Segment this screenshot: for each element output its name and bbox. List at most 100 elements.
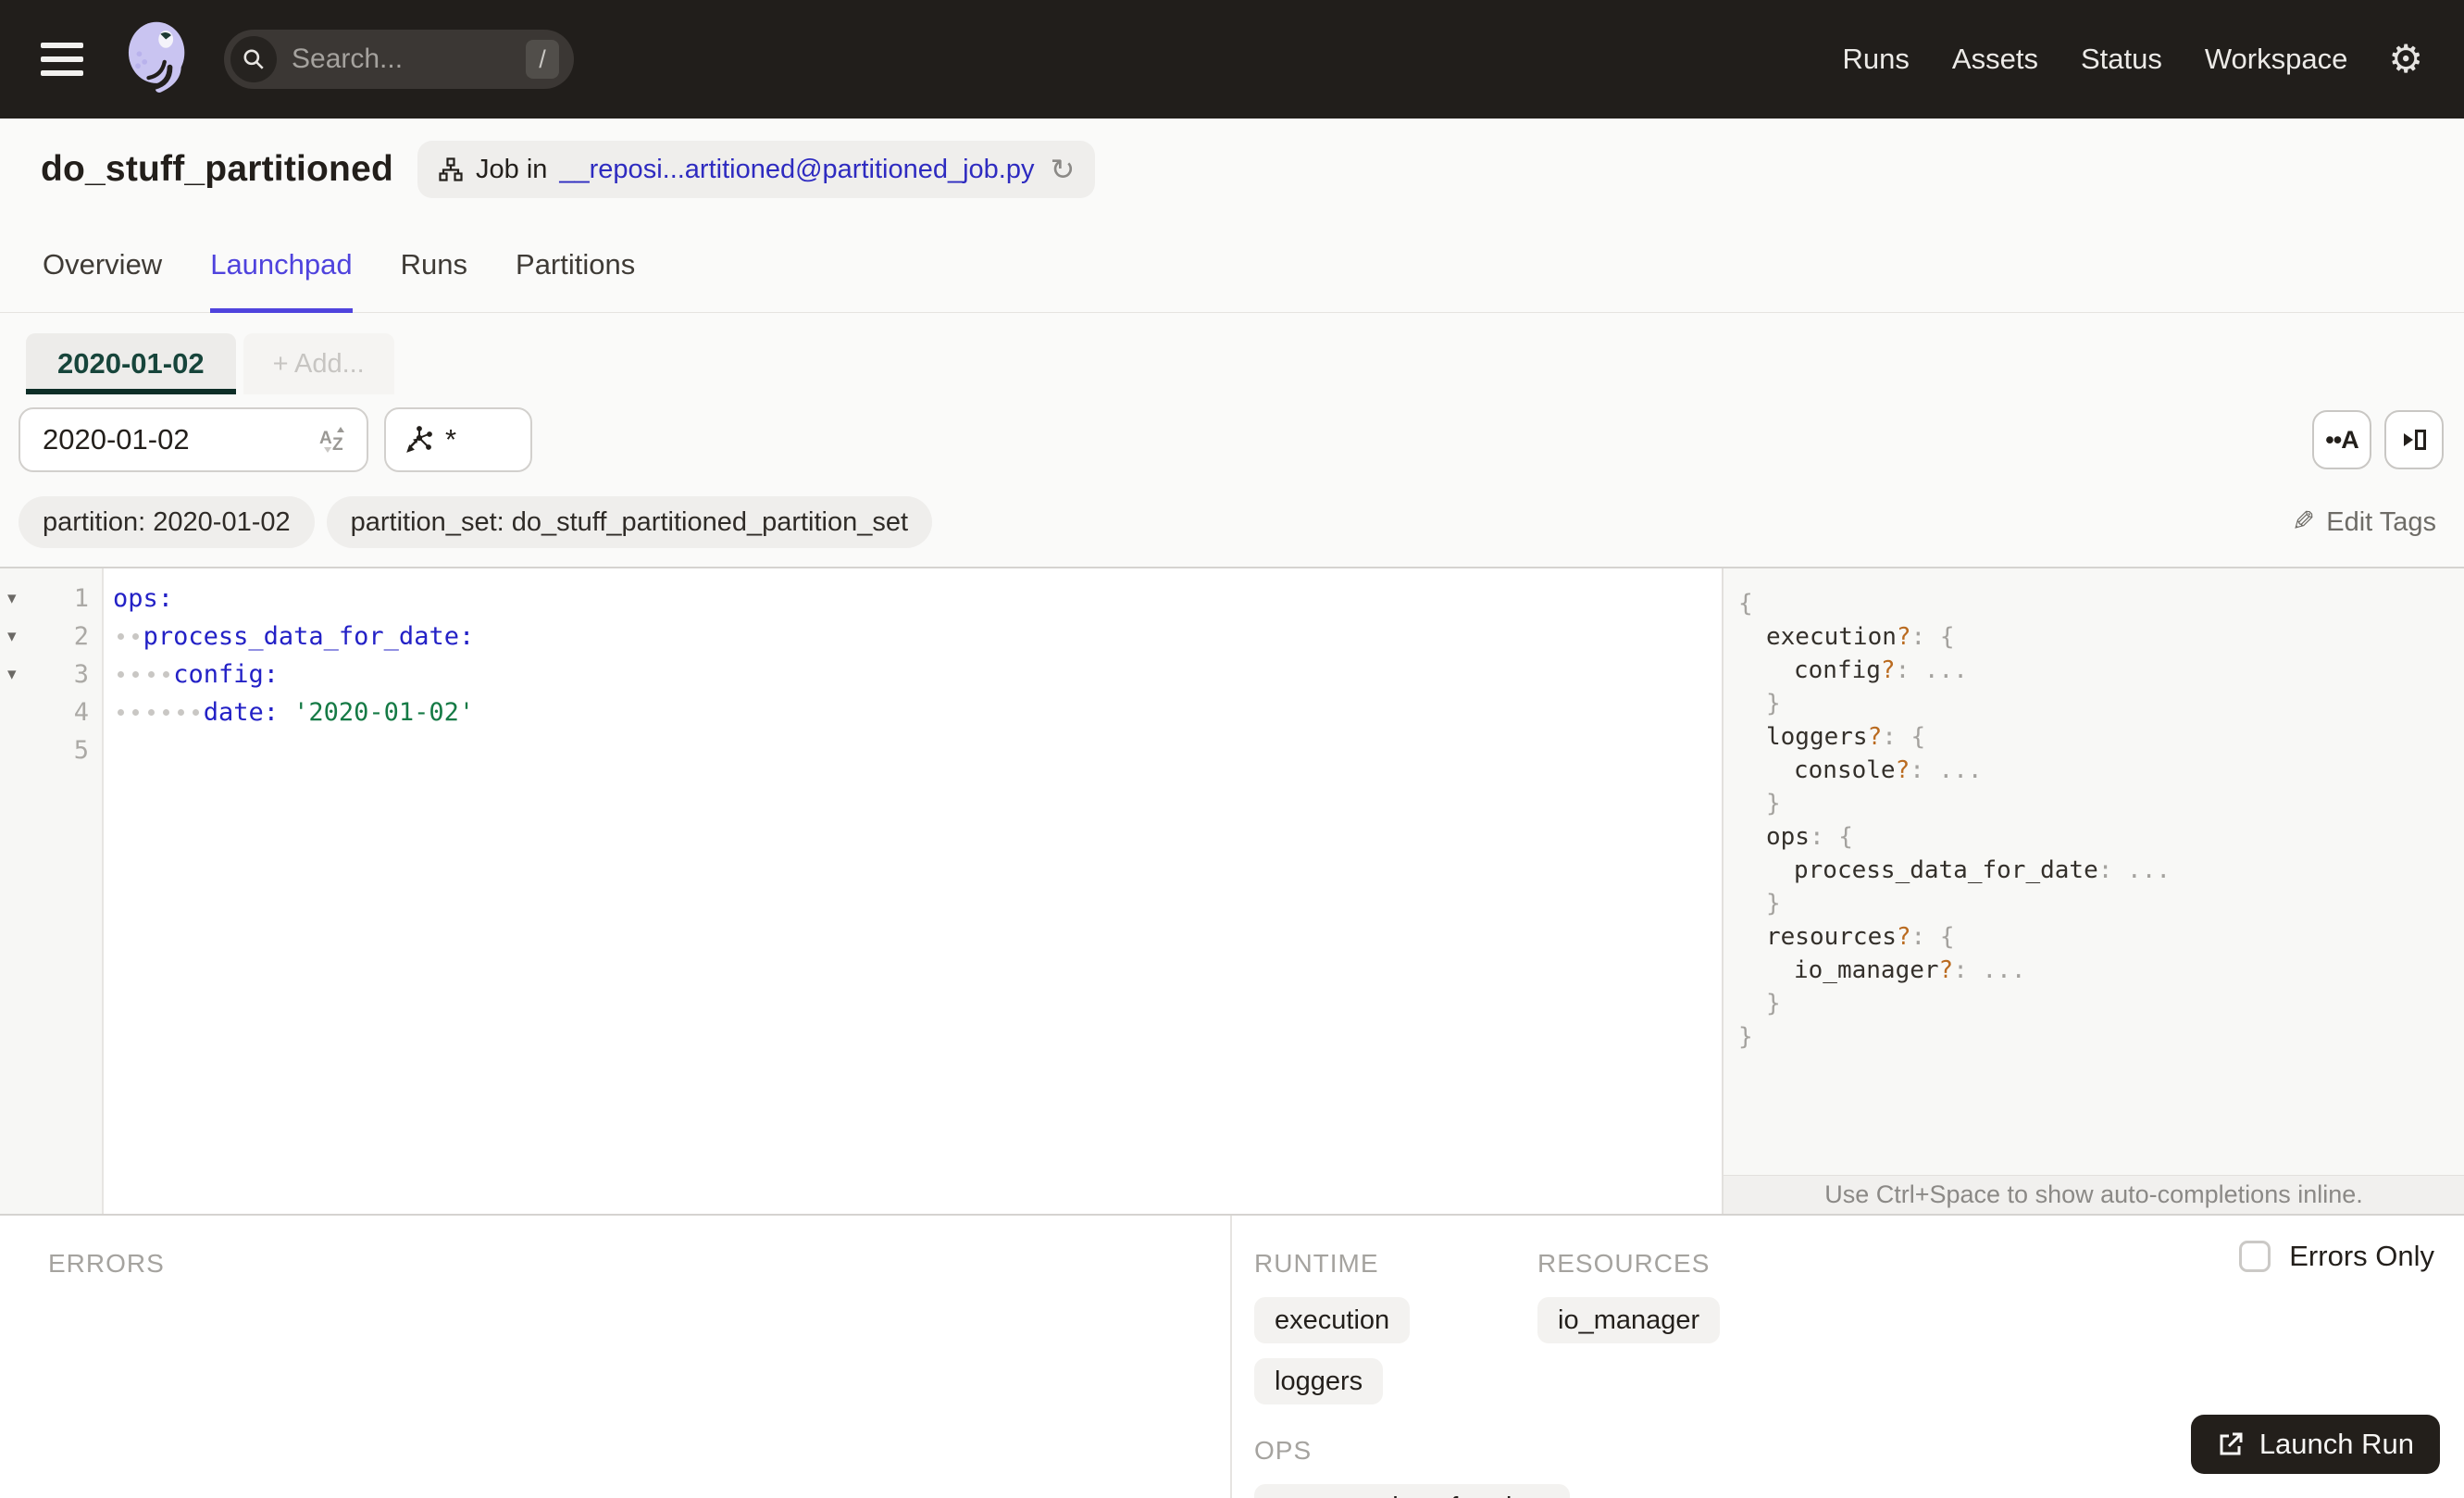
job-tab[interactable]: Overview bbox=[43, 248, 162, 312]
run-config-summary-panel: RUNTIME execution loggers OPS process_dat… bbox=[1230, 1216, 2464, 1498]
partition-select: AZ bbox=[19, 407, 368, 472]
schema-line: execution?: { bbox=[1766, 623, 1955, 651]
yaml-key: date: bbox=[203, 698, 280, 727]
dagster-logo[interactable] bbox=[117, 17, 202, 102]
config-chip[interactable]: execution bbox=[1254, 1297, 1411, 1343]
add-config-tab-button[interactable]: + Add... bbox=[243, 333, 394, 394]
sitemap-icon bbox=[438, 156, 464, 182]
config-chip[interactable]: loggers bbox=[1254, 1358, 1384, 1404]
line-number: 2 bbox=[73, 622, 89, 651]
editor-line[interactable]: 4 date: '2020-01-02' bbox=[0, 693, 1722, 731]
launch-run-button[interactable]: Launch Run bbox=[2190, 1415, 2440, 1474]
schema-line: } bbox=[1766, 990, 1781, 1017]
page-header: do_stuff_partitioned Job in __reposi...a… bbox=[0, 119, 2464, 198]
line-number: 4 bbox=[73, 698, 89, 727]
top-navbar: / Runs Assets Status Workspace ⚙ bbox=[0, 0, 2464, 119]
errors-only-label: Errors Only bbox=[2289, 1240, 2434, 1272]
whitespace-dot bbox=[113, 693, 128, 731]
navbar-link[interactable]: Status bbox=[2081, 43, 2162, 76]
editor-line[interactable]: ▾ 1 ops: bbox=[0, 580, 1722, 618]
refresh-icon[interactable]: ↻ bbox=[1050, 155, 1075, 184]
yaml-value: '2020-01-02' bbox=[293, 698, 475, 727]
errors-only-checkbox[interactable] bbox=[2239, 1241, 2271, 1272]
whitespace-dot bbox=[143, 655, 158, 693]
config-editor-region: ▾ 1 ops: ▾ 2 process_data_for_date: ▾ 3 … bbox=[0, 567, 2464, 1214]
navbar-link[interactable]: Assets bbox=[1952, 43, 2038, 76]
fold-arrow-icon[interactable]: ▾ bbox=[7, 590, 17, 607]
indent-dots bbox=[113, 622, 143, 651]
whitespace-dot bbox=[173, 693, 188, 731]
schema-line: } bbox=[1738, 1023, 1753, 1051]
yaml-key: ops: bbox=[113, 584, 174, 613]
job-tabs: Overview Launchpad Runs Partitions bbox=[0, 248, 2464, 313]
job-tab[interactable]: Runs bbox=[401, 248, 467, 312]
editor-utility-buttons: ••A bbox=[2312, 410, 2444, 469]
tag-pill: partition_set: do_stuff_partitioned_part… bbox=[326, 496, 933, 548]
whitespace-toggle-button[interactable]: ••A bbox=[2312, 410, 2371, 469]
ops-chips: process_data_for_date bbox=[1254, 1484, 1570, 1498]
op-selector-input[interactable] bbox=[445, 423, 493, 456]
job-badge-prefix: Job in bbox=[476, 154, 548, 184]
job-origin-link[interactable]: __reposi...artitioned@partitioned_job.py bbox=[559, 155, 1034, 185]
global-search: / bbox=[224, 30, 574, 89]
editor-line[interactable]: 5 bbox=[0, 731, 1722, 769]
bottom-panel: ERRORS RUNTIME execution loggers OPS proc… bbox=[0, 1214, 2464, 1498]
whitespace-dot bbox=[113, 618, 128, 655]
schema-line: ops: { bbox=[1766, 823, 1853, 851]
editor-line[interactable]: ▾ 2 process_data_for_date: bbox=[0, 618, 1722, 655]
search-input[interactable] bbox=[292, 44, 495, 75]
selector-row: AZ ••A bbox=[0, 394, 2464, 472]
resources-chips: io_manager bbox=[1537, 1297, 1721, 1343]
edit-tags-button[interactable]: ✎ Edit Tags bbox=[2292, 506, 2436, 538]
ops-heading: OPS bbox=[1254, 1436, 1313, 1465]
scaffold-config-button[interactable] bbox=[2384, 410, 2444, 469]
config-chip[interactable]: process_data_for_date bbox=[1254, 1484, 1570, 1498]
navbar-link[interactable]: Runs bbox=[1843, 43, 1910, 76]
sort-icon[interactable]: AZ bbox=[318, 424, 350, 456]
schema-line: resources?: { bbox=[1766, 923, 1955, 951]
fold-arrow-icon[interactable]: ▾ bbox=[7, 666, 17, 683]
indent-dots bbox=[113, 698, 204, 727]
schema-line: { bbox=[1738, 590, 1753, 618]
search-icon bbox=[230, 36, 277, 82]
svg-text:A: A bbox=[319, 429, 332, 448]
scaffold-config-icon bbox=[2399, 425, 2429, 455]
line-number: 1 bbox=[73, 584, 89, 613]
job-tab[interactable]: Partitions bbox=[516, 248, 635, 312]
config-chip[interactable]: io_manager bbox=[1537, 1297, 1721, 1343]
gear-icon[interactable]: ⚙ bbox=[2388, 40, 2423, 79]
schema-line: } bbox=[1766, 790, 1781, 818]
whitespace-dot bbox=[128, 618, 143, 655]
schema-line: console?: ... bbox=[1794, 756, 1983, 784]
schema-line: } bbox=[1766, 690, 1781, 718]
tags-row: partition: 2020-01-02 partition_set: do_s… bbox=[0, 472, 2464, 567]
errors-only-control: Errors Only bbox=[2239, 1240, 2434, 1273]
whitespace-dot bbox=[113, 655, 128, 693]
op-selector-icon bbox=[404, 425, 434, 455]
yaml-key: config: bbox=[173, 660, 279, 689]
resources-heading: RESOURCES bbox=[1537, 1249, 1711, 1278]
op-selector bbox=[384, 407, 532, 472]
whitespace-dot bbox=[158, 655, 173, 693]
external-link-icon bbox=[2217, 1430, 2245, 1458]
whitespace-dot bbox=[128, 655, 143, 693]
config-tab[interactable]: 2020-01-02 bbox=[26, 333, 236, 394]
navbar-link[interactable]: Workspace bbox=[2205, 43, 2348, 76]
autocomplete-hint: Use Ctrl+Space to show auto-completions … bbox=[1724, 1175, 2464, 1214]
partition-select-input[interactable] bbox=[43, 423, 318, 456]
schema-line: } bbox=[1766, 890, 1781, 918]
runtime-chips: execution loggers bbox=[1254, 1297, 1537, 1404]
fold-arrow-icon[interactable]: ▾ bbox=[7, 628, 17, 645]
editor-line[interactable]: ▾ 3 config: bbox=[0, 655, 1722, 693]
hamburger-menu-icon[interactable] bbox=[41, 43, 83, 76]
job-tab[interactable]: Launchpad bbox=[210, 248, 354, 313]
config-tab-strip: 2020-01-02 + Add... bbox=[0, 313, 2464, 394]
whitespace-dot bbox=[188, 693, 203, 731]
line-number: 5 bbox=[73, 736, 89, 765]
indent-dots bbox=[113, 660, 173, 689]
pencil-icon: ✎ bbox=[2292, 506, 2316, 538]
config-editor[interactable]: ▾ 1 ops: ▾ 2 process_data_for_date: ▾ 3 … bbox=[0, 568, 1722, 1214]
yaml-key: process_data_for_date: bbox=[143, 622, 475, 651]
schema-line: config?: ... bbox=[1794, 656, 1968, 684]
errors-heading: ERRORS bbox=[48, 1249, 165, 1278]
